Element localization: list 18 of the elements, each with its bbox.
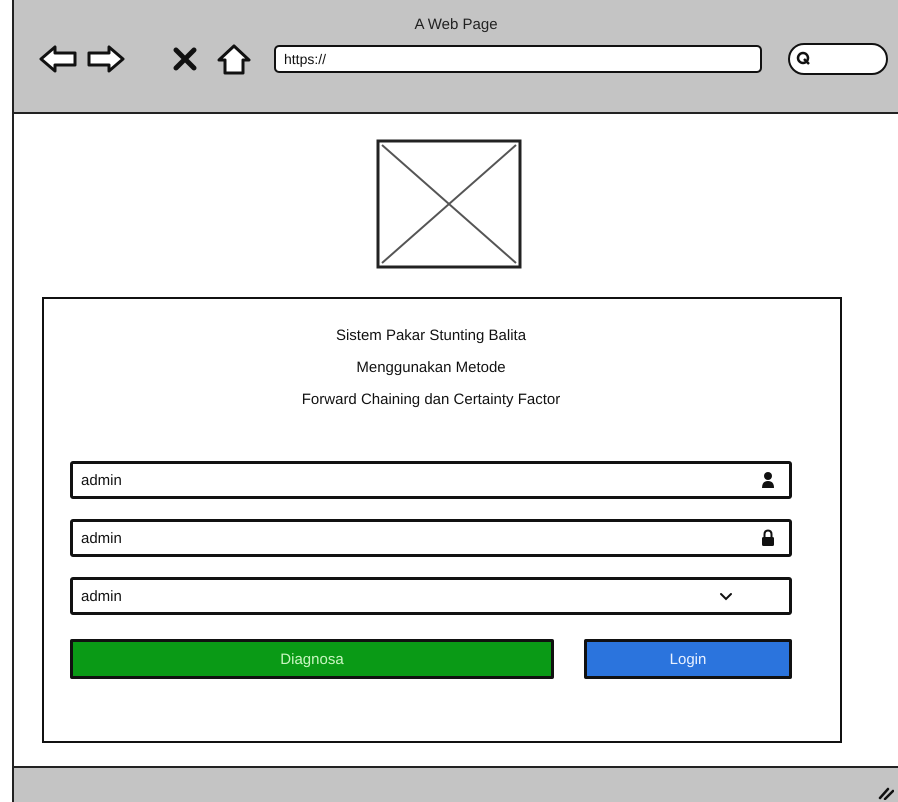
dropdown[interactable]: admin <box>70 577 792 615</box>
back-arrow-icon[interactable] <box>38 44 78 74</box>
window-title: A Web Page <box>414 16 498 33</box>
input-field[interactable]: admin <box>70 461 792 499</box>
resize-grip-icon[interactable] <box>878 786 894 800</box>
user-icon <box>761 471 775 489</box>
input-field[interactable]: admin <box>70 519 792 557</box>
heading-text: Menggunakan Metode <box>356 358 506 378</box>
home-icon[interactable] <box>216 43 252 75</box>
lock-icon <box>761 529 775 547</box>
heading-text: Forward Chaining dan Certainty Factor <box>302 390 560 410</box>
search-icon <box>796 51 812 67</box>
address-bar[interactable]: https:// <box>274 45 762 73</box>
close-icon[interactable] <box>172 46 198 72</box>
forward-arrow-icon[interactable] <box>86 44 126 74</box>
heading-text: Sistem Pakar Stunting Balita <box>336 326 526 346</box>
search-field[interactable] <box>788 43 888 75</box>
login-button[interactable]: Login <box>584 639 792 679</box>
